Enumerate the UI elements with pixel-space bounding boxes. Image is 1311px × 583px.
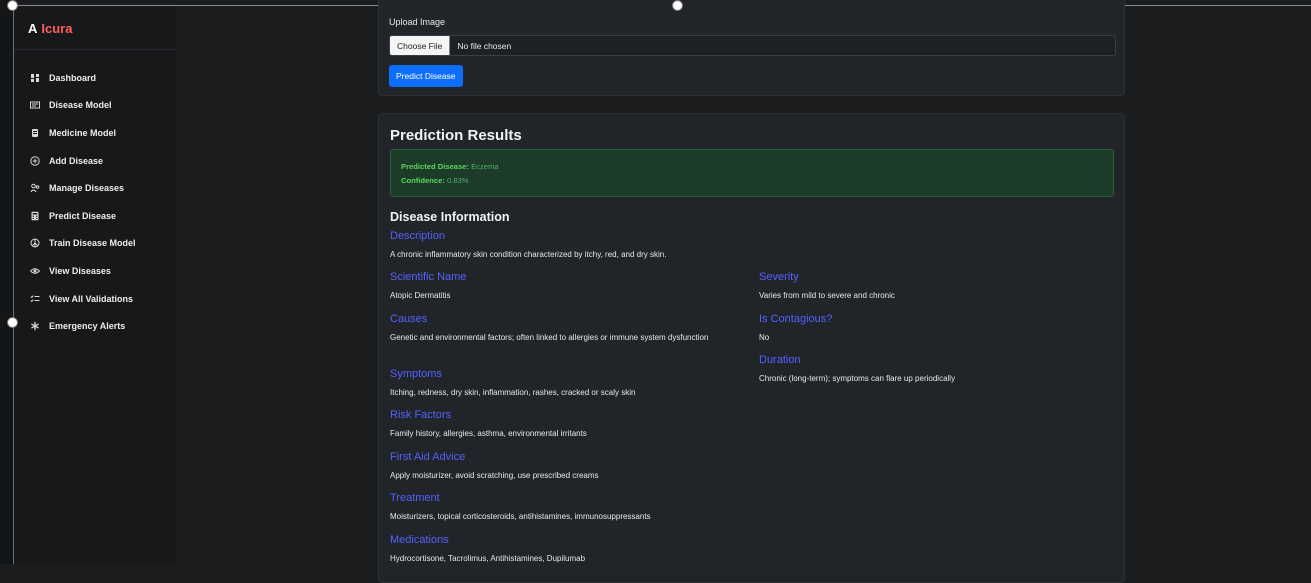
sidebar-item-label: Emergency Alerts	[49, 321, 126, 332]
resize-handle-top-left[interactable]	[7, 0, 18, 11]
confidence-key: Confidence:	[401, 176, 445, 185]
brand-name: Icura	[41, 21, 73, 36]
file-input[interactable]: Choose File No file chosen	[389, 35, 1116, 56]
symptoms-heading: Symptoms	[390, 368, 442, 380]
sidebar-item-label: Predict Disease	[49, 210, 117, 221]
contagious-heading: Is Contagious?	[759, 313, 833, 325]
predicted-disease-value: Eczema	[471, 162, 499, 171]
asterisk-icon	[30, 321, 40, 331]
upload-image-label: Upload Image	[389, 17, 446, 27]
sidebar-item-emergency-alerts[interactable]: Emergency Alerts	[14, 312, 176, 340]
disease-information-title: Disease Information	[390, 210, 510, 224]
sidebar-item-label: Add Disease	[49, 155, 104, 166]
predict-disease-button[interactable]: Predict Disease	[389, 65, 463, 87]
results-title: Prediction Results	[390, 127, 522, 144]
sidebar-item-predict-disease[interactable]: Predict Disease	[14, 202, 176, 230]
sidebar-item-label: View Diseases	[49, 265, 111, 276]
resize-handle-left-middle[interactable]	[7, 317, 18, 328]
list-check-icon	[30, 294, 40, 304]
calculator-icon	[30, 211, 40, 221]
train-icon	[30, 238, 40, 248]
confidence-line: Confidence: 0.83%	[401, 174, 1103, 188]
sidebar-item-label: Dashboard	[49, 72, 97, 83]
description-heading: Description	[390, 230, 446, 242]
prediction-alert: Predicted Disease: Eczema Confidence: 0.…	[390, 149, 1114, 197]
window-left-edge	[0, 0, 14, 564]
prediction-results-card: Prediction Results Predicted Disease: Ec…	[378, 113, 1125, 583]
file-status-text: No file chosen	[457, 40, 512, 51]
medicine-icon	[30, 128, 40, 138]
dashboard-icon	[30, 73, 40, 83]
duration-heading: Duration	[759, 354, 801, 366]
sidebar-item-train-disease-model[interactable]: Train Disease Model	[14, 230, 176, 258]
risk-factors-value: Family history, allergies, asthma, envir…	[390, 429, 587, 438]
sidebar-item-label: View All Validations	[49, 293, 134, 304]
resize-handle-top-center[interactable]	[672, 0, 683, 11]
choose-file-button[interactable]: Choose File	[390, 36, 451, 55]
sidebar-item-view-diseases[interactable]: View Diseases	[14, 257, 176, 285]
sidebar-item-label: Manage Diseases	[49, 183, 125, 194]
sidebar-item-label: Medicine Model	[49, 127, 117, 138]
severity-heading: Severity	[759, 271, 799, 283]
treatment-heading: Treatment	[390, 492, 440, 504]
eye-icon	[30, 266, 40, 276]
causes-value: Genetic and environmental factors; often…	[390, 333, 709, 342]
upload-card: Upload Image Choose File No file chosen …	[378, 0, 1125, 96]
brand-logo[interactable]: A Icura	[14, 6, 176, 50]
description-value: A chronic inflammatory skin condition ch…	[390, 250, 667, 259]
scientific-name-heading: Scientific Name	[390, 271, 467, 283]
sidebar-item-view-all-validations[interactable]: View All Validations	[14, 285, 176, 313]
treatment-value: Moisturizers, topical corticosteroids, a…	[390, 512, 651, 521]
plus-circle-icon	[30, 155, 40, 166]
model-card-icon	[30, 100, 40, 110]
people-icon	[30, 183, 40, 193]
sidebar-item-manage-diseases[interactable]: Manage Diseases	[14, 174, 176, 202]
first-aid-value: Apply moisturizer, avoid scratching, use…	[390, 471, 599, 480]
sidebar-item-medicine-model[interactable]: Medicine Model	[14, 119, 176, 147]
brand-prefix: A	[28, 21, 38, 36]
sidebar-nav: Dashboard Disease Model Medicine Model A…	[14, 50, 176, 340]
scientific-name-value: Atopic Dermatitis	[390, 291, 451, 300]
sidebar-item-disease-model[interactable]: Disease Model	[14, 92, 176, 120]
sidebar-item-label: Train Disease Model	[49, 238, 136, 249]
contagious-value: No	[759, 333, 770, 342]
duration-value: Chronic (long-term); symptoms can flare …	[759, 374, 956, 383]
symptoms-value: Itching, redness, dry skin, inflammation…	[390, 388, 636, 397]
confidence-value: 0.83%	[447, 176, 469, 185]
predicted-disease-line: Predicted Disease: Eczema	[401, 160, 1103, 174]
first-aid-heading: First Aid Advice	[390, 451, 466, 463]
predicted-disease-key: Predicted Disease:	[401, 162, 469, 171]
medications-heading: Medications	[390, 534, 449, 546]
causes-heading: Causes	[390, 313, 428, 325]
sidebar-item-label: Disease Model	[49, 100, 112, 111]
sidebar: A Icura Dashboard Disease Model Medicine …	[14, 6, 176, 564]
sidebar-item-dashboard[interactable]: Dashboard	[14, 64, 176, 92]
risk-factors-heading: Risk Factors	[390, 409, 452, 421]
sidebar-item-add-disease[interactable]: Add Disease	[14, 147, 176, 175]
severity-value: Varies from mild to severe and chronic	[759, 291, 895, 300]
